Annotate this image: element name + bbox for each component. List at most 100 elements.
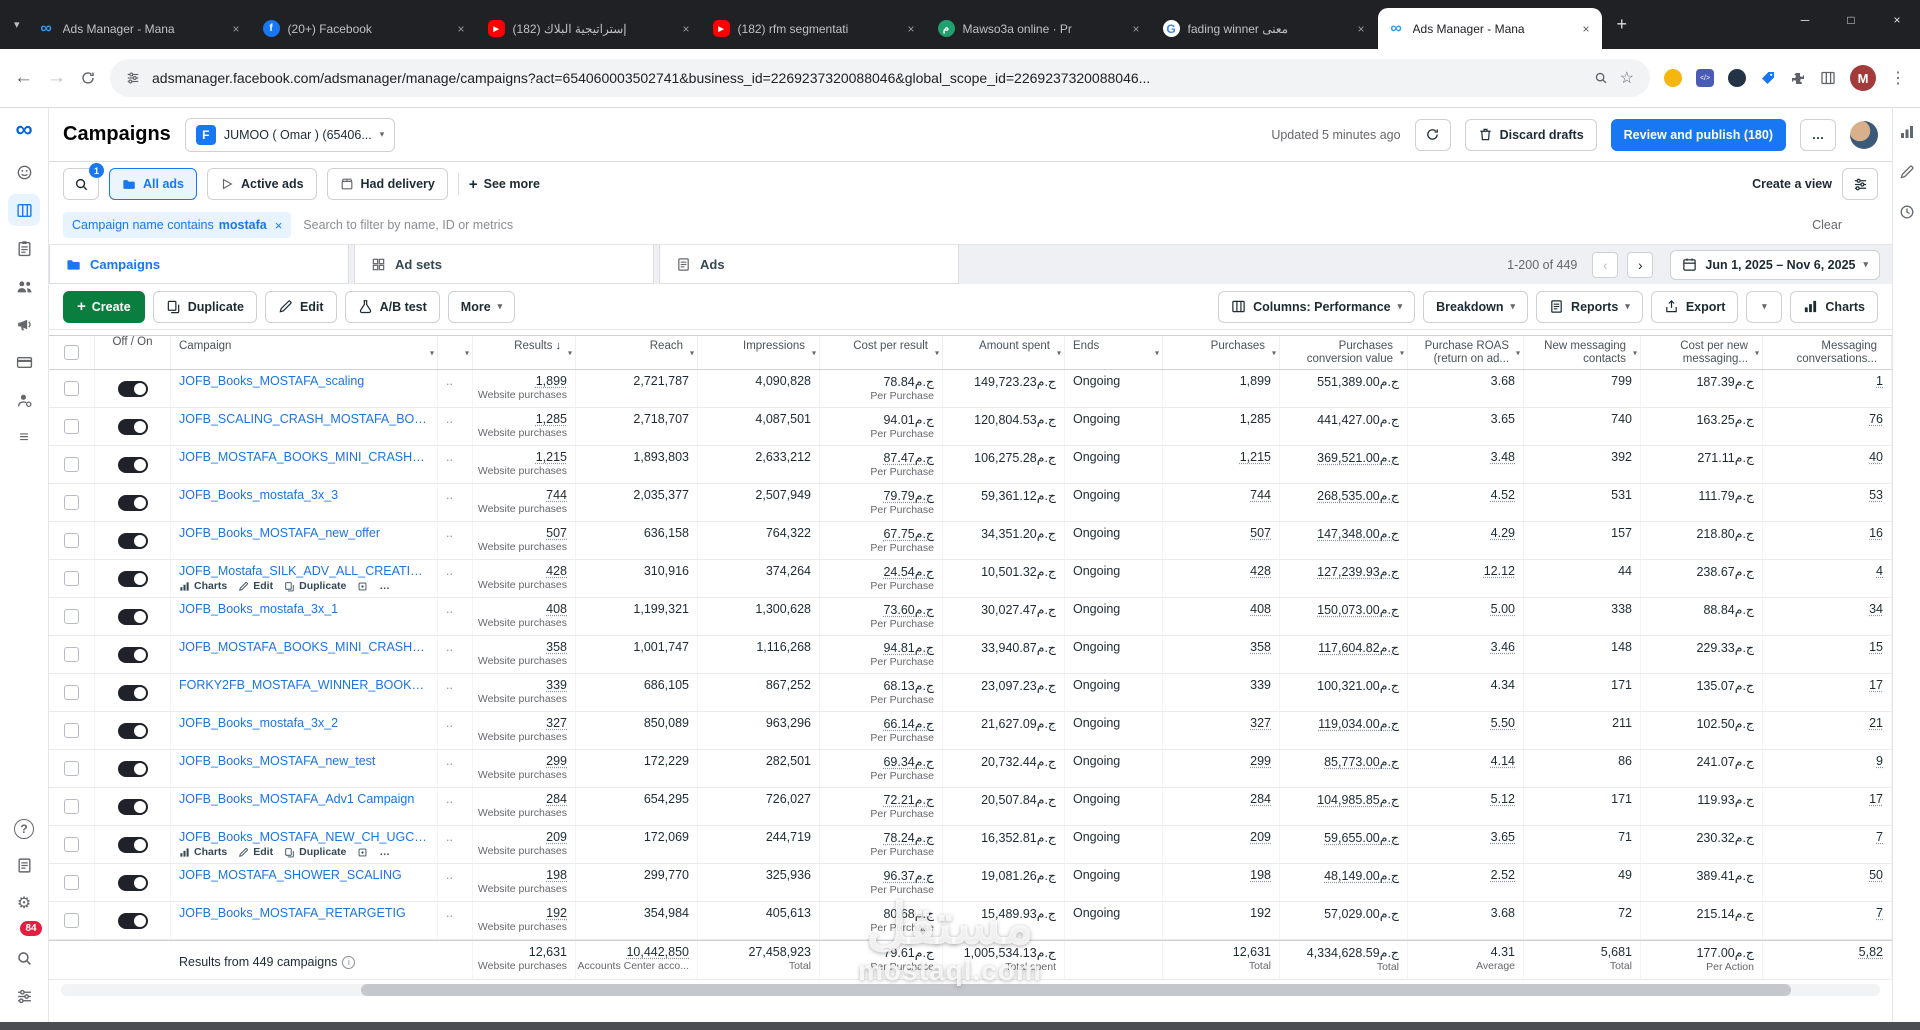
review-publish-button[interactable]: Review and publish (180) [1610,118,1786,151]
row-checkbox[interactable] [64,533,79,548]
tab-close-icon[interactable]: × [231,22,242,36]
campaign-link[interactable]: JOFB_Books_mostafa_3x_2 [179,716,429,730]
preferences-button[interactable] [8,980,40,1012]
settings-button[interactable]: ⚙ [8,887,40,919]
column-header[interactable]: Impressions ▾ [698,336,820,369]
results-value[interactable]: 428 [546,564,567,578]
table-row[interactable]: JOFB_Mostafa_SILK_ADV_ALL_CREATIVES Chart… [49,560,1892,598]
campaign-toggle[interactable] [117,912,148,929]
row-checkbox[interactable] [64,685,79,700]
chevron-down-icon[interactable]: ▾ [935,346,939,359]
table-row[interactable]: JOFB_SCALING_CRASH_MOSTAFA_BOOKS.. 1,285 W… [49,408,1892,446]
campaign-toggle[interactable] [117,760,148,777]
table-row[interactable]: JOFB_Books_MOSTAFA_NEW_CH_UGC_TE... Chart… [49,826,1892,864]
chevron-down-icon[interactable]: ▾ [690,346,694,359]
campaign-toggle[interactable] [117,608,148,625]
next-page-button[interactable]: › [1627,251,1654,278]
nav-reports[interactable] [8,232,40,264]
results-value[interactable]: 198 [546,868,567,882]
table-row[interactable]: JOFB_Books_mostafa_3x_1.. 408 Website purc… [49,598,1892,636]
extension-icon-dark[interactable] [1728,69,1746,87]
more-button[interactable]: More ▾ [447,290,516,323]
campaign-link[interactable]: JOFB_Books_mostafa_3x_1 [179,602,429,616]
campaign-link[interactable]: JOFB_Books_MOSTAFA_scaling [179,374,429,388]
chevron-down-icon[interactable]: ▾ [1155,346,1159,359]
row-checkbox[interactable] [64,875,79,890]
nav-all-tools-menu[interactable]: ≡ [8,422,40,454]
campaign-toggle[interactable] [117,798,148,815]
table-row[interactable]: JOFB_Books_MOSTAFA_scaling.. 1,899 Website… [49,370,1892,408]
date-range-selector[interactable]: Jun 1, 2025 – Nov 6, 2025 ▾ [1670,249,1880,280]
duplicate-button[interactable]: Duplicate [152,290,257,323]
chevron-down-icon[interactable]: ▾ [1272,346,1276,359]
campaign-link[interactable]: JOFB_SCALING_CRASH_MOSTAFA_BOOKS [179,412,429,426]
table-row[interactable]: JOFB_Books_mostafa_3x_3.. 744 Website purc… [49,484,1892,522]
campaign-toggle[interactable] [117,494,148,511]
column-header[interactable]: Purchase ROAS (return on ad... ▾ [1408,336,1524,369]
row-charts-button[interactable]: Charts [179,846,227,858]
chevron-down-icon[interactable]: ▾ [1516,346,1520,359]
campaign-link[interactable]: JOFB_Mostafa_SILK_ADV_ALL_CREATIVES [179,564,429,578]
row-checkbox[interactable] [64,609,79,624]
search-filters-button[interactable]: 1 [63,163,104,200]
chip-remove-icon[interactable]: × [275,218,283,233]
row-edit-button[interactable]: Edit [238,846,273,858]
url-text[interactable]: adsmanager.facebook.com/adsmanager/manag… [152,70,1582,86]
column-header[interactable]: Cost per new messaging... ▾ [1641,336,1763,369]
results-value[interactable]: 299 [546,754,567,768]
results-value[interactable]: 408 [546,602,567,616]
new-tab-button[interactable]: + [1603,14,1642,35]
campaign-toggle[interactable] [117,532,148,549]
results-value[interactable]: 1,899 [536,374,567,388]
tab-ads[interactable]: Ads [659,245,959,284]
url-bar[interactable]: adsmanager.facebook.com/adsmanager/manag… [110,59,1650,97]
campaign-link[interactable]: JOFB_Books_MOSTAFA_NEW_CH_UGC_TE... [179,830,429,844]
filter-chip[interactable]: Campaign name contains mostafa × [63,212,292,238]
tab-close-icon[interactable]: × [1356,22,1367,36]
row-edit-button[interactable]: Edit [238,580,273,592]
extension-icon-gold[interactable] [1664,69,1682,87]
extension-icon-code[interactable]: </> [1696,69,1714,87]
row-duplicate-button[interactable]: Duplicate [284,580,346,592]
campaign-toggle[interactable] [117,456,148,473]
prev-page-button[interactable]: ‹ [1592,251,1619,278]
results-value[interactable]: 192 [546,906,567,920]
reports-button[interactable]: Reports ▾ [1536,290,1643,323]
row-checkbox[interactable] [64,419,79,434]
column-header[interactable]: Purchases ▾ [1163,336,1280,369]
row-checkbox[interactable] [64,381,79,396]
column-header[interactable]: ▾ [438,336,473,369]
breakdown-button[interactable]: Breakdown ▾ [1423,290,1529,323]
row-more-button[interactable]: … [379,846,390,858]
campaign-link[interactable]: JOFB_Books_mostafa_3x_3 [179,488,429,502]
tab-ad-sets[interactable]: Ad sets [354,245,654,284]
window-minimize-button[interactable]: ─ [1782,0,1828,40]
browser-tab[interactable]: f (20+) Facebook × [252,8,477,49]
column-header[interactable]: Messaging conversations... [1763,336,1892,369]
browser-tab[interactable]: Gfading winner معنى × [1152,8,1377,49]
campaign-toggle[interactable] [117,684,148,701]
table-row[interactable]: JOFB_Books_mostafa_3x_2.. 327 Website purc… [49,712,1892,750]
export-options-button[interactable]: ▾ [1746,290,1783,323]
campaign-link[interactable]: JOFB_Books_MOSTAFA_RETARGETIG [179,906,429,920]
nav-ads[interactable] [8,308,40,340]
filter-active-ads[interactable]: Active ads [207,168,317,200]
row-checkbox[interactable] [64,913,79,928]
nav-account-overview[interactable] [8,156,40,188]
row-checkbox[interactable] [64,837,79,852]
results-value[interactable]: 1,285 [536,412,567,426]
side-panel-icon[interactable] [1820,70,1836,86]
campaign-link[interactable]: JOFB_Books_MOSTAFA_new_offer [179,526,429,540]
row-checkbox[interactable] [64,571,79,586]
chevron-down-icon[interactable]: ▾ [430,346,434,359]
column-header[interactable]: Off / On [95,336,171,369]
nav-billing[interactable] [8,346,40,378]
row-checkbox[interactable] [64,799,79,814]
row-duplicate-button[interactable]: Duplicate [284,846,346,858]
results-value[interactable]: 209 [546,830,567,844]
view-settings-button[interactable] [1842,168,1878,200]
tab-search-icon[interactable]: ▾ [6,18,28,31]
extensions-puzzle-icon[interactable] [1790,70,1806,86]
column-header[interactable]: Results ↓ ▾ [473,336,576,369]
tab-campaigns[interactable]: Campaigns [49,245,349,284]
